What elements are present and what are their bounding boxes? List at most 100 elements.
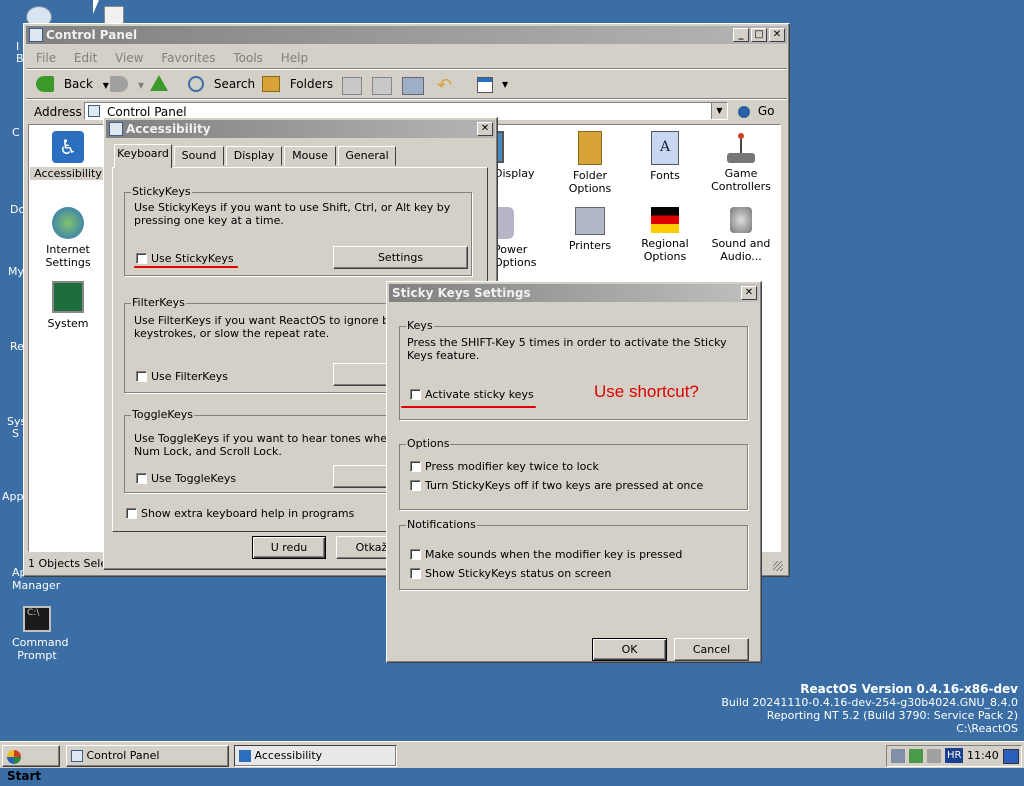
accessibility-titlebar[interactable]: Accessibility ✕ xyxy=(106,120,495,138)
tab-mouse[interactable]: Mouse xyxy=(284,146,336,166)
volume-icon[interactable] xyxy=(891,749,905,763)
ok-button[interactable]: U redu xyxy=(252,536,326,559)
make-sounds-label[interactable]: Make sounds when the modifier key is pre… xyxy=(425,548,682,561)
tab-sound[interactable]: Sound xyxy=(174,146,224,166)
control-panel-title-icon xyxy=(29,28,43,42)
copy-to-icon[interactable] xyxy=(372,77,392,95)
tab-display[interactable]: Display xyxy=(226,146,282,166)
close-button[interactable]: ✕ xyxy=(769,28,785,42)
maximize-button[interactable]: □ xyxy=(751,28,767,42)
tab-general[interactable]: General xyxy=(338,146,396,166)
undo-icon[interactable]: ↶ xyxy=(437,75,452,96)
use-filterkeys-label[interactable]: Use FilterKeys xyxy=(151,370,228,383)
menu-view[interactable]: View xyxy=(115,51,143,65)
menu-file[interactable]: File xyxy=(36,51,56,65)
language-indicator[interactable]: HR xyxy=(945,748,964,763)
address-dropdown-button[interactable]: ▼ xyxy=(711,103,727,119)
back-button[interactable]: Back ▼ xyxy=(36,76,109,92)
cp-item-folder-options[interactable]: Folder Options xyxy=(552,131,628,195)
turn-off-two-keys-checkbox[interactable] xyxy=(410,480,421,491)
task-label: Control Panel xyxy=(86,749,160,762)
keys-description: Press the SHIFT-Key 5 times in order to … xyxy=(407,336,727,362)
cp-item-game-controllers[interactable]: Game Controllers xyxy=(703,131,779,193)
delete-icon[interactable] xyxy=(402,77,424,95)
folders-label: Folders xyxy=(289,76,334,91)
sticky-cancel-button[interactable]: Cancel xyxy=(674,638,749,661)
menu-favorites[interactable]: Favorites xyxy=(161,51,215,65)
accessibility-small-icon xyxy=(239,750,251,762)
folders-button[interactable]: Folders xyxy=(262,76,333,92)
move-to-icon[interactable] xyxy=(342,77,362,95)
menu-help[interactable]: Help xyxy=(281,51,308,65)
use-stickykeys-checkbox[interactable] xyxy=(136,253,147,264)
tab-keyboard-label: Keyboard xyxy=(117,147,169,160)
menu-edit[interactable]: Edit xyxy=(74,51,97,65)
minimize-button[interactable]: _ xyxy=(733,28,749,42)
menu-tools[interactable]: Tools xyxy=(233,51,263,65)
turn-off-two-keys-label[interactable]: Turn StickyKeys off if two keys are pres… xyxy=(425,479,703,492)
use-togglekeys-label[interactable]: Use ToggleKeys xyxy=(151,472,236,485)
cp-item-fonts[interactable]: A Fonts xyxy=(627,131,703,182)
toolbar: Back ▼ ▼ Search Folders ↶ ▼ xyxy=(32,72,732,98)
resize-grip[interactable] xyxy=(773,561,783,571)
sticky-ok-button[interactable]: OK xyxy=(592,638,667,661)
chevron-down-icon[interactable]: ▼ xyxy=(138,81,144,90)
cp-item-label: Accessibility xyxy=(30,167,106,180)
start-button[interactable]: Start xyxy=(2,745,60,783)
use-stickykeys-label[interactable]: Use StickyKeys xyxy=(151,252,234,265)
show-status-label[interactable]: Show StickyKeys status on screen xyxy=(425,567,611,580)
show-status-checkbox[interactable] xyxy=(410,568,421,579)
desktop-command-prompt[interactable]: C:\ Command Prompt xyxy=(2,606,72,662)
build-line: Build 20241110-0.4.16-dev-254-g30b4024.G… xyxy=(721,696,1018,709)
tab-keyboard[interactable]: Keyboard xyxy=(114,144,172,168)
notifications-group-label: Notifications xyxy=(406,518,477,531)
safely-remove-icon[interactable] xyxy=(927,749,941,763)
chevron-down-icon[interactable]: ▼ xyxy=(103,81,109,90)
stickykeys-description: Use StickyKeys if you want to use Shift,… xyxy=(134,201,451,227)
back-arrow-icon xyxy=(36,76,54,92)
red-underline-annotation xyxy=(134,266,238,268)
regional-options-icon xyxy=(651,207,679,233)
clock[interactable]: 11:40 xyxy=(967,749,999,762)
cp-item-printers[interactable]: Printers xyxy=(552,207,628,252)
cp-item-sound-audio[interactable]: Sound and Audio... xyxy=(703,207,779,263)
sticky-keys-titlebar[interactable]: Sticky Keys Settings ✕ xyxy=(389,284,759,302)
press-modifier-twice-label[interactable]: Press modifier key twice to lock xyxy=(425,460,599,473)
cp-item-accessibility[interactable]: ♿ Accessibility xyxy=(30,131,106,180)
show-desktop-icon[interactable] xyxy=(1003,749,1019,764)
use-togglekeys-checkbox[interactable] xyxy=(136,473,147,484)
extra-keyboard-help-label[interactable]: Show extra keyboard help in programs xyxy=(141,507,354,520)
taskbar-control-panel[interactable]: Control Panel xyxy=(66,745,229,767)
views-chevron-down-icon[interactable]: ▼ xyxy=(502,80,508,89)
use-filterkeys-checkbox[interactable] xyxy=(136,371,147,382)
tab-sound-label: Sound xyxy=(181,149,217,162)
folder-options-icon xyxy=(578,131,602,165)
filterkeys-group-label: FilterKeys xyxy=(131,296,186,309)
sticky-keys-close-button[interactable]: ✕ xyxy=(741,286,757,300)
forward-arrow-icon xyxy=(110,76,128,92)
cp-item-system[interactable]: System xyxy=(30,281,106,330)
desktop-partial-label-6: Re xyxy=(10,340,24,353)
up-button[interactable] xyxy=(150,75,168,94)
accessibility-close-button[interactable]: ✕ xyxy=(477,122,493,136)
go-arrow-icon xyxy=(738,105,750,118)
network-icon[interactable] xyxy=(909,749,923,763)
cp-item-internet-settings[interactable]: Internet Settings xyxy=(30,207,106,269)
taskbar-accessibility[interactable]: Accessibility xyxy=(234,745,397,767)
forward-button[interactable]: ▼ xyxy=(110,76,144,92)
make-sounds-checkbox[interactable] xyxy=(410,549,421,560)
press-modifier-twice-checkbox[interactable] xyxy=(410,461,421,472)
search-button[interactable]: Search xyxy=(188,76,255,92)
activate-sticky-keys-label[interactable]: Activate sticky keys xyxy=(425,388,534,401)
stickykeys-settings-button[interactable]: Settings xyxy=(333,246,468,269)
control-panel-titlebar[interactable]: Control Panel _ □ ✕ xyxy=(26,26,787,44)
cp-item-label: Internet Settings xyxy=(45,243,91,269)
go-button[interactable]: Go xyxy=(738,104,774,118)
cp-item-regional-options[interactable]: Regional Options xyxy=(627,207,703,263)
views-icon[interactable] xyxy=(477,77,493,93)
extra-keyboard-help-checkbox[interactable] xyxy=(126,508,137,519)
command-prompt-label: Command Prompt xyxy=(12,636,69,662)
activate-sticky-keys-checkbox[interactable] xyxy=(410,389,421,400)
use-shortcut-annotation: Use shortcut? xyxy=(594,382,699,401)
status-text: 1 Objects Selec xyxy=(28,557,114,570)
